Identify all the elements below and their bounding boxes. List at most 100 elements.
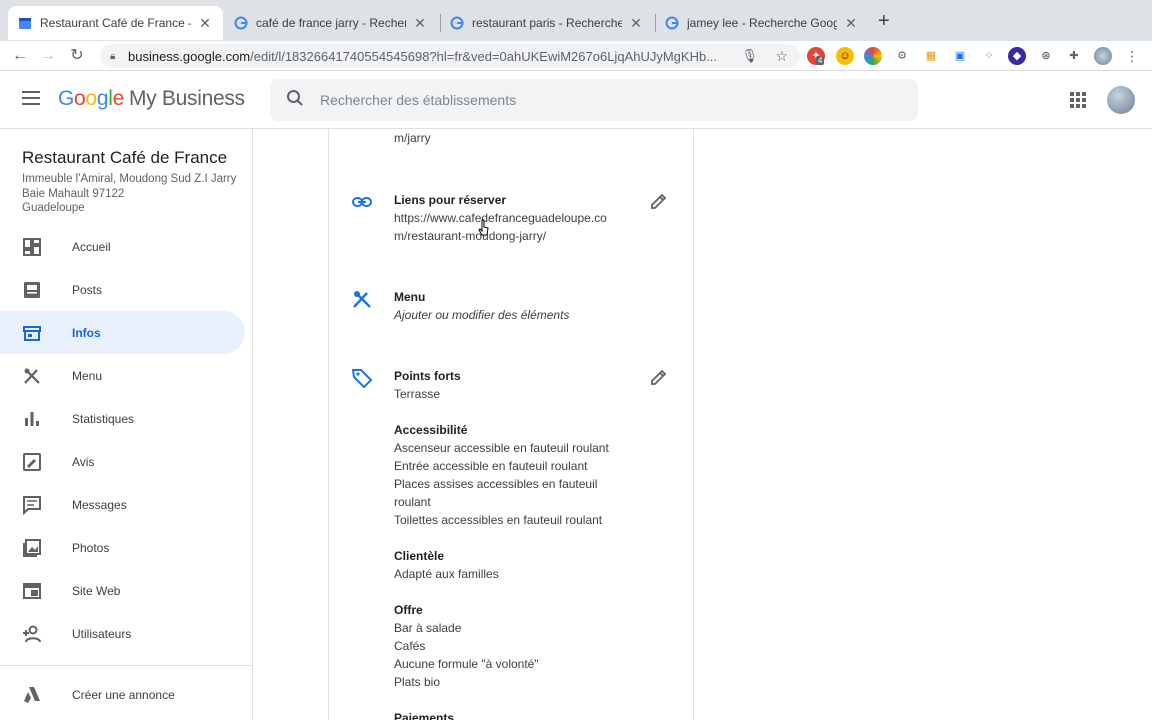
url-text: business.google.com/edit/l/1832664174055…	[128, 48, 718, 64]
sidebar-item-label: Accueil	[72, 239, 111, 254]
sidebar-item-photos[interactable]: Photos	[0, 526, 245, 569]
tab-gmb[interactable]: Restaurant Café de France – Ir ✕	[8, 6, 223, 40]
sidebar-item-statistiques[interactable]: Statistiques	[0, 397, 245, 440]
booking-links-body: Liens pour réserver https://www.cafedefr…	[394, 191, 626, 245]
sidebar-item-accueil[interactable]: Accueil	[0, 225, 245, 268]
search-input[interactable]	[320, 92, 880, 108]
sidebar-item-label: Posts	[72, 282, 103, 297]
highlight-value: Terrasse	[394, 387, 441, 401]
tab-search-2[interactable]: restaurant paris - Recherche G ✕	[440, 6, 654, 40]
sidebar-item-label: Créer une annonce	[72, 687, 175, 702]
extension-color-icon[interactable]	[864, 47, 882, 65]
message-icon	[0, 495, 72, 515]
accessibility-title: Accessibilité	[394, 423, 468, 437]
lock-icon: 🔒︎	[110, 50, 116, 62]
utensils-icon	[353, 291, 371, 308]
apps-grid-icon[interactable]	[1070, 92, 1086, 108]
sidebar-item-avis[interactable]: Avis	[0, 440, 245, 483]
highlights-body: Points forts Terrasse Accessibilité Asce…	[394, 367, 626, 720]
profile-avatar[interactable]	[1094, 47, 1112, 65]
clientele-title: Clientèle	[394, 549, 445, 563]
close-tab-icon[interactable]: ✕	[843, 15, 859, 32]
search-box	[270, 79, 918, 121]
microphone-icon[interactable]: 🎙︎	[741, 48, 758, 64]
highlights-title: Points forts	[394, 369, 461, 383]
sidebar-item-label: Utilisateurs	[72, 626, 132, 641]
tab-title: Restaurant Café de France – Ir	[40, 16, 191, 30]
sidebar-item-label: Messages	[72, 497, 127, 512]
extension-badge: 4	[816, 56, 825, 65]
attribute-item: Cafés	[394, 639, 426, 653]
close-tab-icon[interactable]: ✕	[628, 15, 644, 32]
attribute-item: Plats bio	[394, 675, 441, 689]
sidebar-item-menu[interactable]: Menu	[0, 354, 245, 397]
booking-links-title: Liens pour réserver	[394, 193, 507, 207]
bookmark-star-icon[interactable]: ☆	[775, 48, 788, 65]
close-tab-icon[interactable]: ✕	[412, 15, 428, 32]
close-tab-icon[interactable]: ✕	[197, 15, 213, 32]
gmb-favicon-icon	[19, 18, 31, 29]
attribute-item: Entrée accessible en fauteuil roulant	[394, 459, 588, 473]
google-favicon-icon	[234, 16, 248, 30]
browser-toolbar: ← → ↻ 🔒︎ business.google.com/edit/l/1832…	[0, 41, 1152, 71]
attribute-item: Aucune formule "à volonté"	[394, 657, 539, 671]
extension-shield-icon[interactable]: ◆	[1008, 47, 1026, 65]
website-url-fragment: m/jarry	[394, 131, 431, 145]
extension-smiley-icon[interactable]: ☺	[836, 47, 854, 65]
address-bar[interactable]: 🔒︎ business.google.com/edit/l/1832664174…	[100, 44, 800, 68]
reload-icon[interactable]: ↻	[66, 45, 88, 67]
sidebar-item-messages[interactable]: Messages	[0, 483, 245, 526]
review-icon	[0, 452, 72, 472]
sidebar-item-label: Statistiques	[72, 411, 135, 426]
booking-link-url[interactable]: https://www.cafedefranceguadeloupe.co	[394, 209, 626, 227]
tab-search-3[interactable]: jamey lee - Recherche Google ✕	[655, 6, 869, 40]
attribute-item: Places assises accessibles en fauteuil r…	[394, 477, 598, 509]
search-icon[interactable]	[270, 89, 320, 112]
edit-pencil-icon[interactable]	[649, 191, 669, 211]
utensils-icon	[0, 366, 72, 386]
info-card: m/jarry Liens pour réserver https://www.…	[328, 129, 694, 720]
bar-chart-icon	[0, 409, 72, 429]
account-avatar[interactable]	[1107, 86, 1135, 114]
sidebar-item-infos[interactable]: Infos	[0, 311, 245, 354]
google-favicon-icon	[665, 16, 679, 30]
edit-pencil-icon[interactable]	[649, 367, 669, 387]
tab-title: café de france jarry - Recherch	[256, 16, 406, 30]
extension-grid-icon[interactable]: ⁘	[980, 47, 998, 65]
link-icon	[352, 197, 372, 207]
sidebar-item-site-web[interactable]: Site Web	[0, 569, 245, 612]
attribute-item: Ascenseur accessible en fauteuil roulant	[394, 441, 609, 455]
extension-gear-icon[interactable]: ⚙	[893, 47, 911, 65]
attribute-item: Adapté aux familles	[394, 567, 499, 581]
forward-icon[interactable]: →	[37, 45, 59, 67]
sidebar-item-posts[interactable]: Posts	[0, 268, 245, 311]
new-tab-icon[interactable]: +	[878, 11, 890, 31]
storefront-icon	[0, 323, 72, 343]
sidebar-nav: Accueil Posts Infos Menu Statistiques Av…	[0, 225, 253, 655]
sidebar-item-utilisateurs[interactable]: Utilisateurs	[0, 612, 245, 655]
back-icon[interactable]: ←	[9, 45, 31, 67]
menu-add-link[interactable]: Ajouter ou modifier des éléments	[394, 306, 626, 324]
sidebar-item-create-ad[interactable]: Créer une annonce	[0, 673, 245, 716]
booking-link-url-cont[interactable]: m/restaurant-moudong-jarry/	[394, 227, 626, 245]
extension-layout-icon[interactable]: ▦	[922, 47, 940, 65]
google-my-business-logo[interactable]: Google My Business	[58, 87, 245, 111]
extension-window-icon[interactable]: ▣	[951, 47, 969, 65]
business-address: Immeuble l'Amiral, Moudong Sud Z.I Jarry…	[22, 173, 237, 214]
tab-search-1[interactable]: café de france jarry - Recherch ✕	[224, 6, 438, 40]
main-content: m/jarry Liens pour réserver https://www.…	[253, 129, 1152, 720]
extension-openai-icon[interactable]: ⊛	[1037, 47, 1055, 65]
google-favicon-icon	[450, 16, 464, 30]
sidebar-item-label: Site Web	[72, 583, 121, 598]
sidebar-item-label: Photos	[72, 540, 110, 555]
sidebar-item-label: Menu	[72, 368, 103, 383]
sidebar-divider	[0, 665, 253, 666]
tab-title: restaurant paris - Recherche G	[472, 16, 622, 30]
extensions-puzzle-icon[interactable]: ✚	[1065, 47, 1083, 65]
chrome-menu-icon[interactable]: ⋮	[1123, 47, 1141, 65]
app-header: Google My Business	[0, 71, 1152, 129]
hamburger-menu-icon[interactable]	[22, 91, 42, 107]
menu-title: Menu	[394, 290, 426, 304]
posts-icon	[0, 280, 72, 300]
website-icon	[0, 581, 72, 601]
